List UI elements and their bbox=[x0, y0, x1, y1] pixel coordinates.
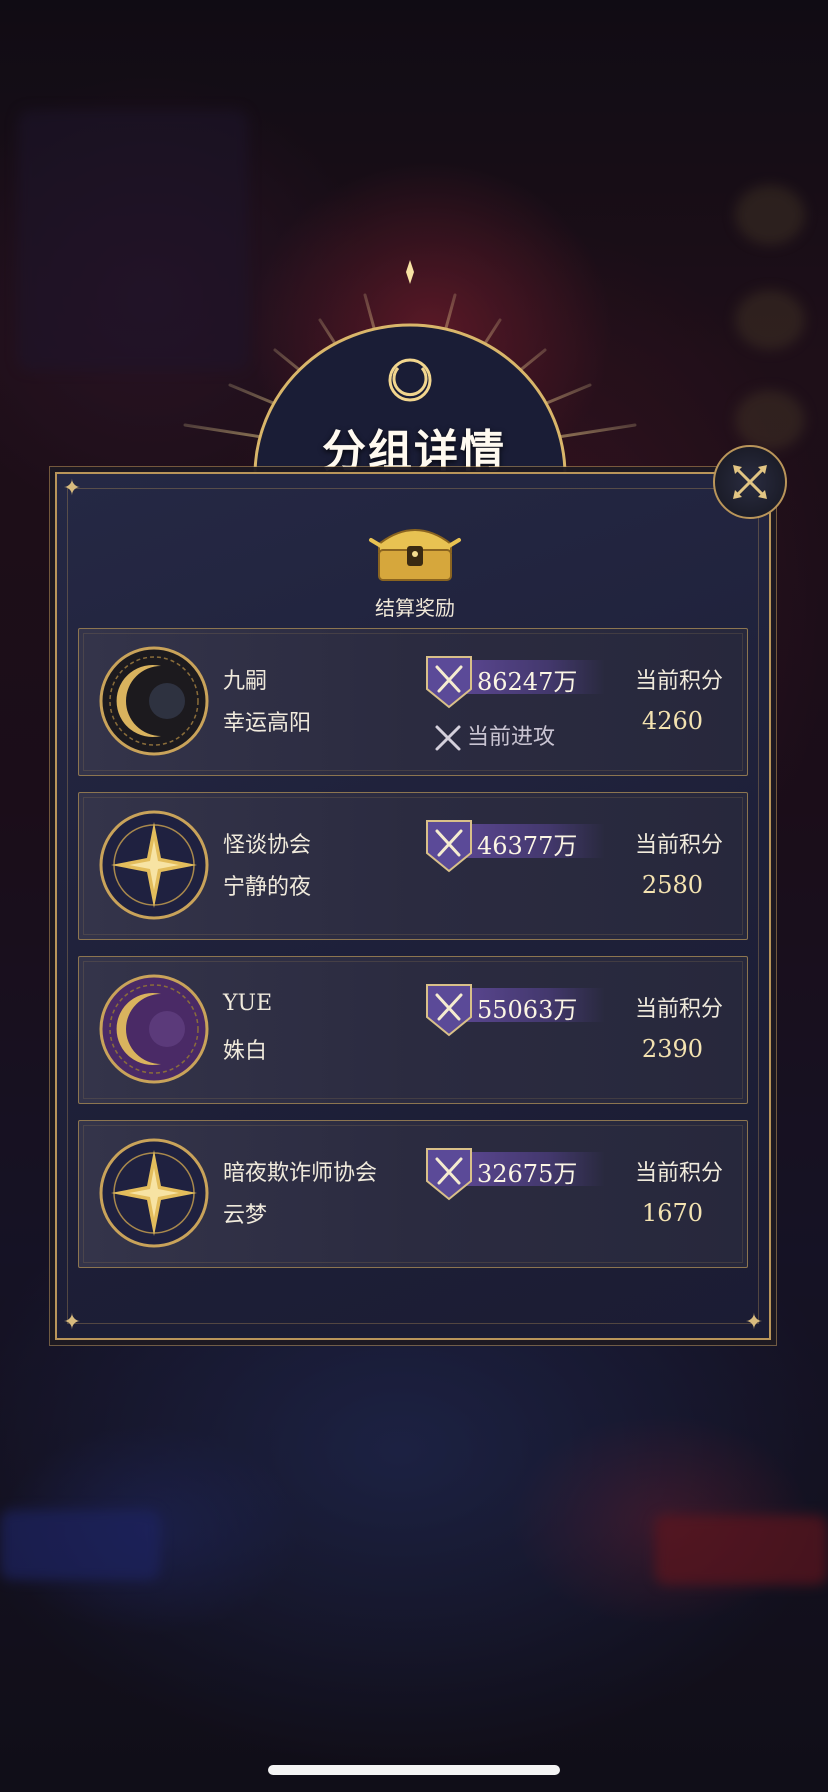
combat-power: 46377万 bbox=[425, 819, 605, 873]
combat-power: 32675万 bbox=[425, 1147, 605, 1201]
group-row[interactable]: YUE 姝白 55063万 当前积分 2390 bbox=[78, 956, 748, 1104]
score-label: 当前积分 bbox=[634, 1161, 723, 1186]
compass-star-emblem-icon bbox=[99, 810, 209, 920]
guild-name: 九嗣 bbox=[223, 669, 268, 694]
power-value: 55063万 bbox=[477, 996, 578, 1024]
dialog-title: 分组详情 bbox=[322, 426, 506, 477]
power-value: 46377万 bbox=[477, 832, 578, 860]
score-value: 2390 bbox=[641, 1035, 703, 1063]
guild-name: 暗夜欺诈师协会 bbox=[223, 1161, 378, 1186]
settlement-reward-label: 结算奖励 bbox=[375, 596, 455, 620]
combat-power: 86247万 bbox=[425, 655, 605, 709]
crossed-swords-shield-icon bbox=[426, 984, 472, 1037]
crossed-swords-shield-icon bbox=[426, 820, 472, 873]
power-value: 32675万 bbox=[477, 1160, 578, 1188]
settlement-reward-button[interactable]: 结算奖励 bbox=[345, 520, 485, 621]
guild-name: YUE bbox=[223, 991, 273, 1016]
power-value: 86247万 bbox=[477, 668, 578, 696]
guild-name: 怪谈协会 bbox=[223, 833, 312, 858]
group-row[interactable]: 九嗣 幸运高阳 86247万 当前进攻 当前积分 4260 bbox=[78, 628, 748, 776]
compass-star-emblem-icon bbox=[99, 1138, 209, 1248]
player-name: 云梦 bbox=[223, 1203, 268, 1228]
player-name: 宁静的夜 bbox=[223, 875, 312, 900]
score-value: 1670 bbox=[641, 1199, 703, 1227]
corner-ornament-icon: ✦ bbox=[62, 476, 82, 501]
score-value: 4260 bbox=[641, 707, 703, 735]
crossed-swords-icon bbox=[433, 723, 463, 753]
score-label: 当前积分 bbox=[634, 669, 723, 694]
corner-ornament-icon: ✦ bbox=[744, 1310, 764, 1335]
player-name: 姝白 bbox=[223, 1039, 268, 1064]
close-icon bbox=[733, 465, 767, 499]
attack-status: 当前进攻 bbox=[433, 719, 555, 753]
player-name: 幸运高阳 bbox=[223, 711, 312, 736]
group-row[interactable]: 暗夜欺诈师协会 云梦 32675万 当前积分 1670 bbox=[78, 1120, 748, 1268]
attack-label: 当前进攻 bbox=[467, 725, 556, 750]
score-label: 当前积分 bbox=[634, 833, 723, 858]
combat-power: 55063万 bbox=[425, 983, 605, 1037]
group-row[interactable]: 怪谈协会 宁静的夜 46377万 当前积分 2580 bbox=[78, 792, 748, 940]
crescent-moon-emblem-icon bbox=[99, 646, 209, 756]
home-indicator[interactable] bbox=[268, 1765, 560, 1775]
score-value: 2580 bbox=[641, 871, 703, 899]
corner-ornament-icon: ✦ bbox=[62, 1310, 82, 1335]
crossed-swords-shield-icon bbox=[426, 1148, 472, 1201]
close-button[interactable] bbox=[713, 445, 787, 519]
treasure-chest-icon bbox=[369, 529, 461, 581]
crescent-moon-emblem-purple-icon bbox=[99, 974, 209, 1084]
crossed-swords-shield-icon bbox=[426, 656, 472, 709]
score-label: 当前积分 bbox=[634, 997, 723, 1022]
